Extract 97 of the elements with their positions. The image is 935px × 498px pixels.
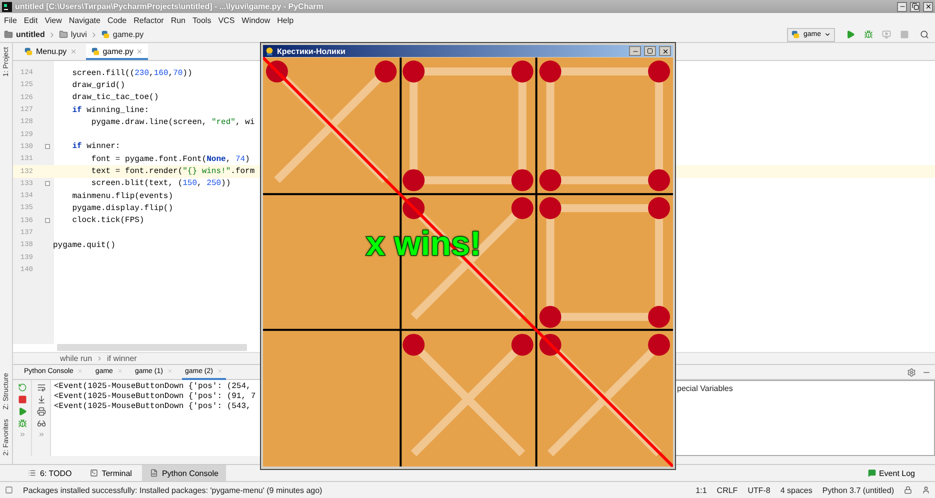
run-icon[interactable] xyxy=(846,30,855,39)
status-item[interactable]: CRLF xyxy=(716,486,738,494)
debug-icon[interactable] xyxy=(18,419,26,428)
console-line: <Event(1025-MouseButtonDown {'pos': (543, xyxy=(54,402,252,411)
restore-button[interactable] xyxy=(910,2,920,12)
debug-icon[interactable] xyxy=(864,30,873,39)
more-icon[interactable] xyxy=(38,431,44,438)
menu-item[interactable]: Navigate xyxy=(68,16,100,24)
menu-item[interactable]: Edit xyxy=(24,16,38,24)
soft-wrap-icon[interactable] xyxy=(36,383,46,392)
menu-item[interactable]: VCS xyxy=(218,16,235,24)
rerun-icon[interactable] xyxy=(18,383,26,392)
close-icon[interactable] xyxy=(216,368,223,374)
list-icon xyxy=(28,469,36,477)
print-icon[interactable] xyxy=(36,407,46,416)
menu-item[interactable]: Refactor xyxy=(134,16,164,24)
window-title: Крестики-Нолики xyxy=(277,46,346,56)
stop-icon[interactable] xyxy=(900,30,909,39)
scroll-to-end-icon[interactable] xyxy=(36,395,46,404)
folder-icon xyxy=(4,30,13,39)
status-item[interactable]: Python 3.7 (untitled) xyxy=(822,486,894,494)
menu-item[interactable]: Run xyxy=(170,16,186,24)
checkbox-icon[interactable] xyxy=(5,486,13,494)
code-line: draw_grid() xyxy=(71,80,126,90)
code-line: mainmenu.flip(events) xyxy=(71,192,174,201)
code-line: if winner: xyxy=(71,142,120,152)
search-icon[interactable] xyxy=(920,30,929,39)
minimize-button[interactable] xyxy=(897,2,907,12)
close-icon xyxy=(924,3,932,10)
close-icon[interactable] xyxy=(77,368,84,374)
code-line: screen.fill((230,160,70)) xyxy=(71,68,192,78)
code-line: screen.blit(text, (150, 250)) xyxy=(90,179,231,188)
menu-item[interactable]: Help xyxy=(277,16,294,24)
menu-item[interactable]: Window xyxy=(242,16,270,24)
status-item[interactable]: 4 spaces xyxy=(780,486,812,494)
close-icon[interactable] xyxy=(70,48,77,54)
code-line: pygame.quit() xyxy=(53,240,116,250)
menu-item[interactable]: Tools xyxy=(192,16,212,24)
scrollbar[interactable] xyxy=(57,344,247,351)
settings-icon[interactable] xyxy=(907,368,916,376)
code-line: if winning_line: xyxy=(71,106,150,115)
close-icon xyxy=(662,48,668,54)
close-icon[interactable] xyxy=(136,48,144,54)
code-line: pygame.display.flip() xyxy=(71,204,174,213)
editor-tab[interactable]: Menu.py xyxy=(19,44,82,60)
code-line: clock.tick(FPS) xyxy=(71,216,144,226)
maximize-button[interactable] xyxy=(644,46,656,56)
message-icon xyxy=(868,469,876,477)
fold-marker-icon[interactable] xyxy=(45,218,50,224)
fold-marker-icon[interactable] xyxy=(45,181,50,186)
console-icon xyxy=(150,469,158,477)
close-icon[interactable] xyxy=(166,368,173,374)
close-icon[interactable] xyxy=(116,368,123,374)
window-title: untitled [C:\Users\Тигран\PycharmProjects\untitled] - ...\lyuvi\game.py - PyCharm xyxy=(15,2,324,11)
close-button[interactable] xyxy=(923,2,933,12)
minimize-icon xyxy=(898,3,906,10)
glasses-icon[interactable] xyxy=(36,419,46,428)
lock-icon[interactable] xyxy=(904,486,912,494)
menu-item[interactable]: Code xyxy=(107,16,127,24)
more-icon[interactable] xyxy=(18,431,26,438)
folder-icon xyxy=(58,30,68,39)
editor-tab[interactable]: game.py xyxy=(86,44,148,60)
stop-icon[interactable] xyxy=(18,395,26,404)
close-button[interactable] xyxy=(659,46,671,56)
code-line: text = font.render("{} wins!".form xyxy=(90,167,255,176)
python-file-icon xyxy=(24,46,33,56)
terminal-icon xyxy=(90,469,98,477)
app-logo-icon xyxy=(2,2,12,12)
tool-window-tab[interactable]: Python Console xyxy=(142,465,226,481)
status-item[interactable]: UTF-8 xyxy=(748,486,770,494)
code-line: pygame.draw.line(screen, "red", wi xyxy=(90,118,255,127)
console-line: <Event(1025-MouseButtonDown {'pos': (254, xyxy=(54,382,252,391)
breadcrumb-item[interactable]: game.py xyxy=(112,30,144,39)
fold-marker-icon[interactable] xyxy=(45,144,50,150)
menu-item[interactable]: File xyxy=(4,16,17,24)
person-icon[interactable] xyxy=(922,486,930,494)
code-breadcrumb-item[interactable]: while run xyxy=(60,354,92,363)
separator-icon xyxy=(96,355,104,362)
tool-window-tab[interactable]: 6: TODO xyxy=(20,465,80,481)
menu-item[interactable]: View xyxy=(44,16,62,24)
breadcrumb-item[interactable]: untitled xyxy=(16,30,45,39)
variables-label: pecial Variables xyxy=(677,384,733,393)
status-item[interactable]: 1:1 xyxy=(696,486,707,494)
minimize-button[interactable] xyxy=(629,46,641,56)
restore-icon xyxy=(912,3,918,10)
status-message: Packages installed successfully: Installed packages: 'pygame-menu' (9 minutes ago) xyxy=(23,486,324,494)
breadcrumb-item[interactable]: lyuvi xyxy=(70,30,87,39)
tool-window-tab[interactable]: Terminal xyxy=(82,465,140,481)
run-icon[interactable] xyxy=(18,407,26,416)
maximize-icon xyxy=(647,48,653,54)
console-line: <Event(1025-MouseButtonDown {'pos': (91, 7 xyxy=(54,392,257,401)
caret-icon xyxy=(824,31,831,38)
python-file-icon xyxy=(791,30,800,39)
code-breadcrumb-item[interactable]: if winner xyxy=(107,354,137,363)
code-line: draw_tic_tac_toe() xyxy=(71,93,159,102)
code-line: font = pygame.font.Font(None, 74) xyxy=(90,154,250,164)
event-log-button[interactable]: Event Log xyxy=(862,465,921,481)
